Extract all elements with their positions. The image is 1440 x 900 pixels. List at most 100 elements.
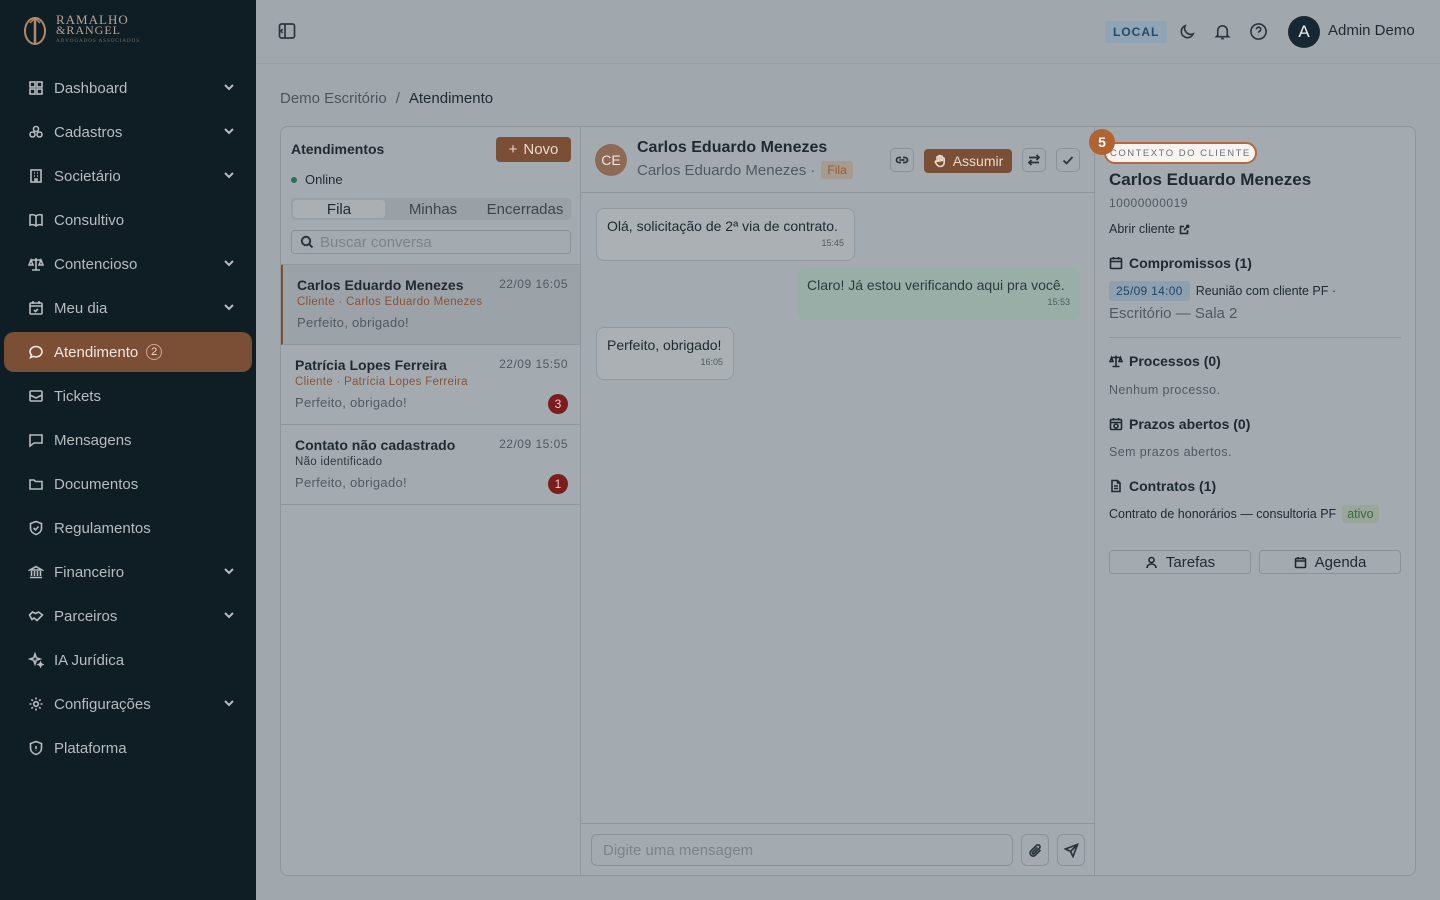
sidebar-item-dashboard[interactable]: Dashboard [4, 68, 252, 108]
tarefas-label: Tarefas [1165, 553, 1216, 571]
avatar[interactable]: A [1288, 16, 1320, 48]
calendar-icon [28, 300, 44, 316]
moon-icon[interactable] [1178, 22, 1198, 42]
conversation-tabs: Fila Minhas Encerradas [291, 198, 571, 220]
sidebar-item-financeiro[interactable]: Financeiro [4, 552, 252, 592]
list-item[interactable]: Patrícia Lopes Ferreira 22/09 15:50 Clie… [281, 345, 580, 425]
book-icon [28, 212, 44, 228]
sidebar-item-regulamentos[interactable]: Regulamentos [4, 508, 252, 548]
sidebar-item-ia-juridica[interactable]: IA Jurídica [4, 640, 252, 680]
status-badge: Fila [821, 161, 853, 179]
unread-badge: 2 [146, 344, 163, 360]
user-icon [1146, 556, 1157, 568]
sidebar-toggle-icon[interactable] [278, 22, 298, 42]
sidebar-item-consultivo[interactable]: Consultivo [4, 200, 252, 240]
sidebar-item-configuracoes[interactable]: Configurações [4, 684, 252, 724]
send-button[interactable] [1057, 834, 1085, 866]
sidebar-item-atendimento[interactable]: Atendimento 2 [4, 332, 252, 372]
attach-button[interactable] [1021, 834, 1049, 866]
processos-empty: Nenhum processo. [1109, 383, 1221, 397]
chevron-down-icon[interactable] [222, 696, 236, 710]
breadcrumb-parent[interactable]: Demo Escritório [280, 90, 387, 107]
chevron-down-icon[interactable] [222, 300, 236, 314]
link-button[interactable] [890, 148, 914, 172]
atendimento-panel: Atendimentos + Novo Online Fila Minhas E… [280, 126, 1416, 876]
sidebar-item-label: Regulamentos [54, 519, 151, 537]
conversation-list: Carlos Eduardo Menezes 22/09 16:05 Clien… [281, 264, 580, 505]
contratos-title: Contratos (1) [1129, 478, 1217, 494]
chevron-down-icon[interactable] [222, 80, 236, 94]
tab-encerradas[interactable]: Encerradas [479, 198, 571, 220]
user-name[interactable]: Admin Demo [1328, 22, 1415, 39]
unread-badge: 3 [548, 394, 568, 414]
sidebar-item-documentos[interactable]: Documentos [4, 464, 252, 504]
users-icon [28, 124, 44, 140]
sidebar-item-societario[interactable]: Societário [4, 156, 252, 196]
assume-button[interactable]: Assumir [924, 149, 1012, 173]
sidebar-item-cadastros[interactable]: Cadastros [4, 112, 252, 152]
plus-icon: + [508, 141, 518, 158]
agenda-button[interactable]: Agenda [1259, 550, 1401, 574]
folder-icon [28, 476, 44, 492]
transfer-button[interactable] [1022, 148, 1046, 172]
tab-fila[interactable]: Fila [293, 200, 385, 218]
chevron-down-icon[interactable] [222, 124, 236, 138]
sidebar-item-tickets[interactable]: Tickets [4, 376, 252, 416]
compromisso-location: Escritório — Sala 2 [1109, 305, 1238, 322]
message-text: Claro! Já estou verificando aqui pra voc… [807, 277, 1065, 293]
chat-panel: CE Carlos Eduardo Menezes Carlos Eduardo… [581, 127, 1095, 875]
logo[interactable]: RAMALHO &RANGEL ADVOGADOS ASSOCIADOS [22, 12, 140, 48]
list-item[interactable]: Contato não cadastrado 22/09 15:05 Não i… [281, 425, 580, 505]
environment-badge: LOCAL [1105, 21, 1168, 43]
compromisso-item[interactable]: 25/09 14:00 Reunião com cliente PF · [1109, 281, 1336, 301]
bell-icon[interactable] [1213, 22, 1233, 42]
outgoing-message: Claro! Já estou verificando aqui pra voc… [797, 268, 1080, 320]
check-icon [1062, 156, 1074, 165]
message-text: Olá, solicitação de 2ª via de contrato. [607, 218, 838, 234]
list-item[interactable]: Carlos Eduardo Menezes 22/09 16:05 Clien… [281, 265, 580, 345]
sidebar-item-label: Societário [54, 167, 121, 185]
sidebar: RAMALHO &RANGEL ADVOGADOS ASSOCIADOS Das… [0, 0, 256, 900]
calendar-icon [1109, 257, 1123, 270]
help-icon[interactable] [1249, 22, 1269, 42]
chat-icon [28, 344, 44, 360]
contrato-item[interactable]: Contrato de honorários — consultoria PF … [1109, 505, 1379, 523]
list-title: Atendimentos [291, 141, 385, 157]
sidebar-item-plataforma[interactable]: Plataforma [4, 728, 252, 768]
open-client-label: Abrir cliente [1109, 222, 1175, 236]
client-name: Carlos Eduardo Menezes [1109, 170, 1312, 189]
compromissos-title: Compromissos (1) [1129, 255, 1252, 271]
sidebar-item-meu-dia[interactable]: Meu dia [4, 288, 252, 328]
sidebar-item-contencioso[interactable]: Contencioso [4, 244, 252, 284]
close-conversation-button[interactable] [1056, 148, 1080, 172]
sidebar-nav: Dashboard Cadastros Societário Consultiv… [0, 68, 256, 772]
incoming-message: Olá, solicitação de 2ª via de contrato. … [596, 208, 855, 261]
gear-icon [28, 696, 44, 712]
conversation-time: 22/09 16:05 [499, 277, 568, 291]
client-context-panel: CONTEXTO DO CLIENTE 5 Carlos Eduardo Men… [1089, 127, 1415, 875]
conversation-time: 22/09 15:05 [499, 437, 568, 451]
sidebar-item-parceiros[interactable]: Parceiros [4, 596, 252, 636]
document-icon [1111, 479, 1121, 493]
agenda-label: Agenda [1314, 553, 1367, 571]
message-text: Perfeito, obrigado! [607, 337, 722, 353]
chevron-down-icon[interactable] [222, 564, 236, 578]
avatar: CE [595, 144, 627, 176]
sidebar-item-label: Consultivo [54, 211, 125, 229]
sidebar-item-mensagens[interactable]: Mensagens [4, 420, 252, 460]
context-label-highlight: CONTEXTO DO CLIENTE [1104, 142, 1257, 164]
chevron-down-icon[interactable] [222, 256, 236, 270]
new-conversation-button[interactable]: + Novo [496, 137, 571, 162]
paperclip-icon [1028, 843, 1041, 857]
open-client-link[interactable]: Abrir cliente [1109, 222, 1190, 236]
tab-minhas[interactable]: Minhas [387, 198, 479, 220]
message-input[interactable] [603, 841, 1003, 859]
chevron-down-icon[interactable] [222, 168, 236, 182]
bank-icon [28, 564, 44, 580]
search-input[interactable] [320, 233, 560, 251]
tarefas-button[interactable]: Tarefas [1109, 550, 1251, 574]
send-icon [1063, 842, 1079, 858]
message-thread: Olá, solicitação de 2ª via de contrato. … [581, 194, 1094, 823]
chevron-down-icon[interactable] [222, 608, 236, 622]
incoming-message: Perfeito, obrigado! 16:05 [596, 327, 734, 380]
